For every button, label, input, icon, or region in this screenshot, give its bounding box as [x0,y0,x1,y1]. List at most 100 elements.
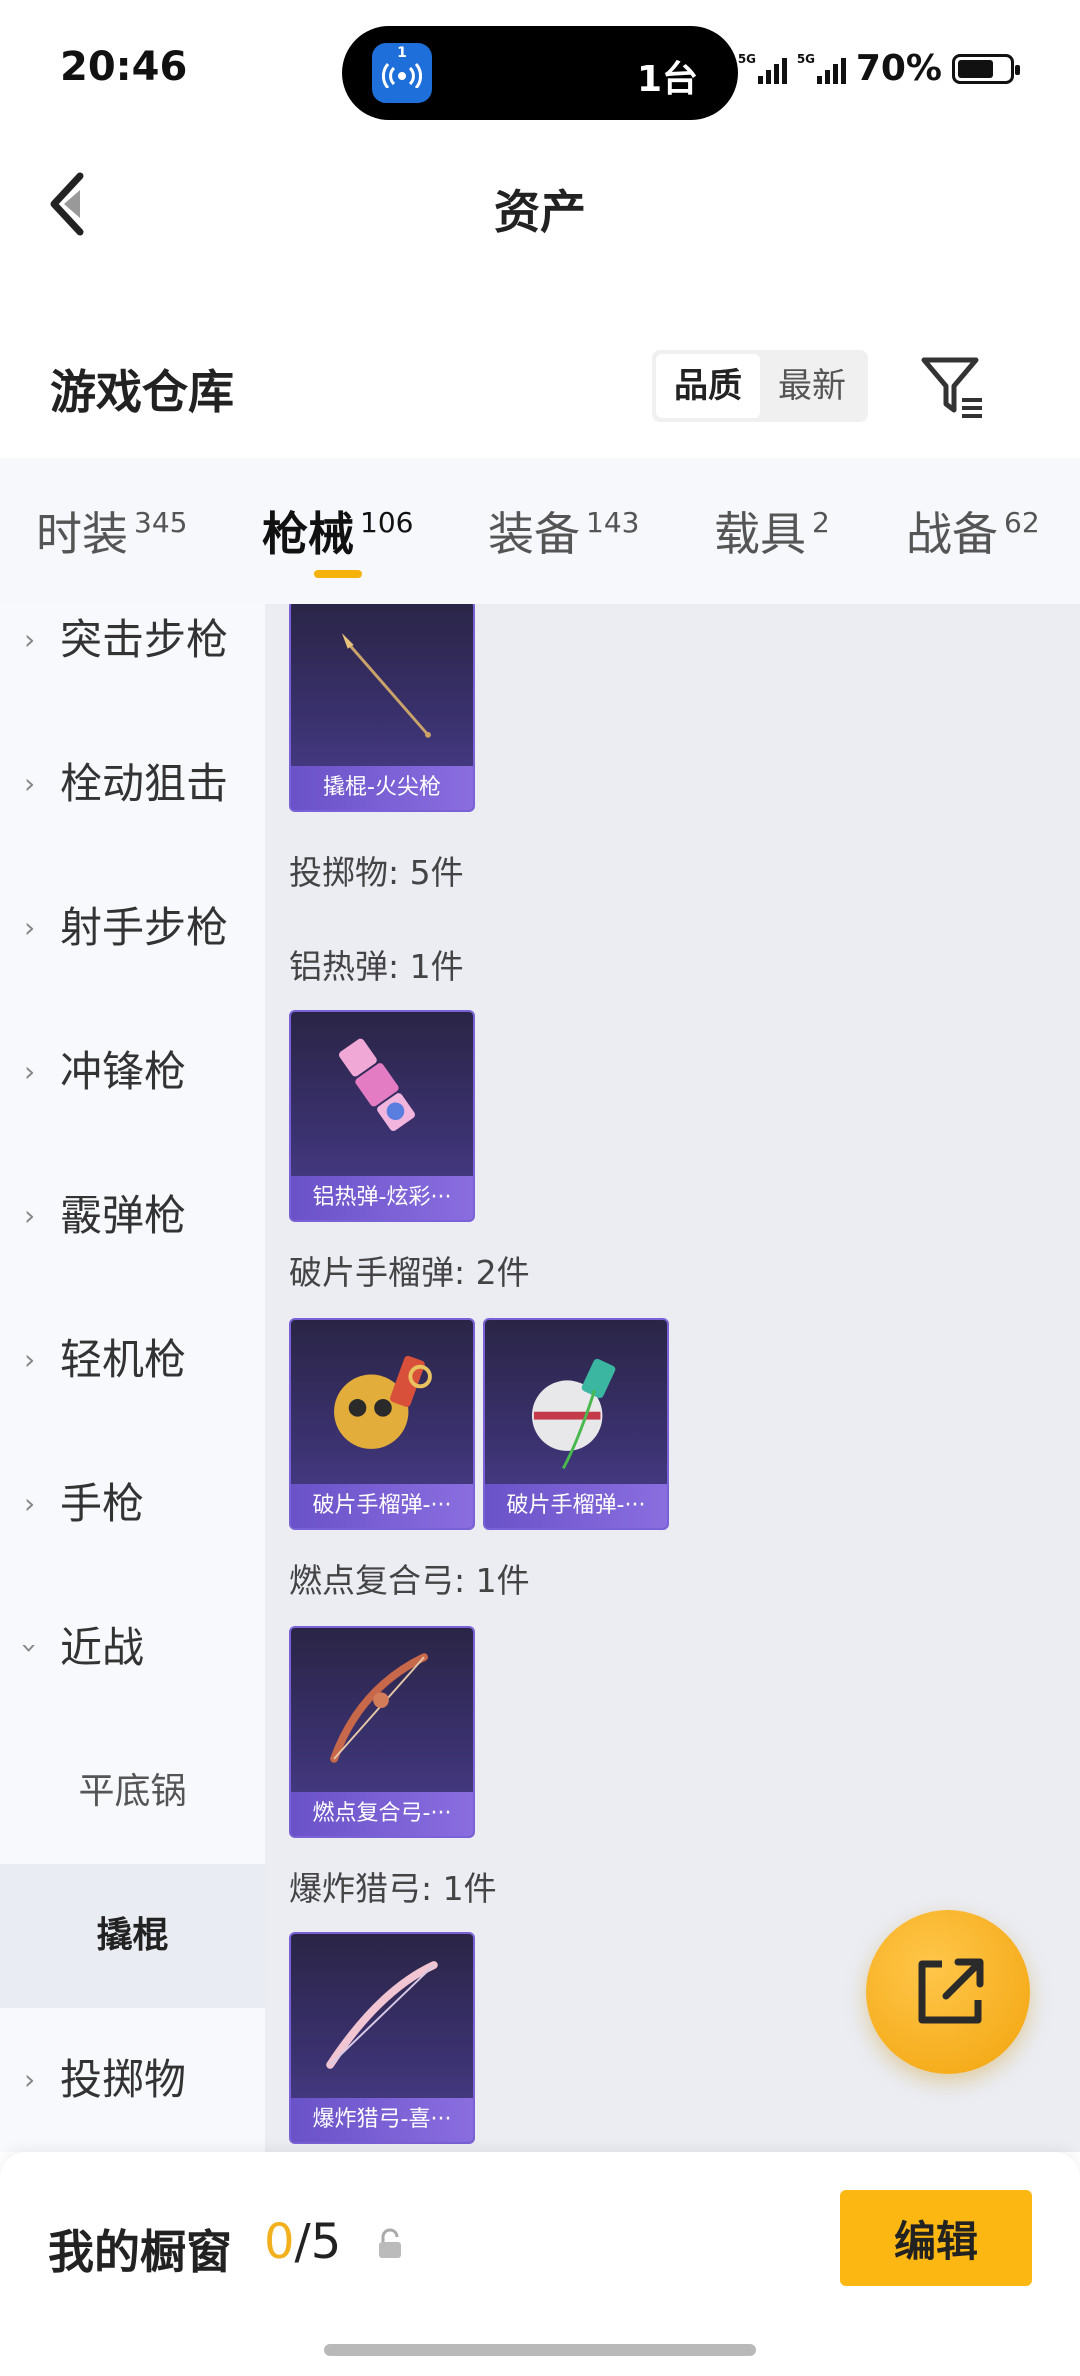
item-card-caption: 破片手榴弹-··· [291,1484,473,1528]
compound-bow-icon [330,1653,428,1763]
share-button[interactable] [866,1910,1030,2074]
tab-firearms[interactable]: 枪械 106 [262,498,413,564]
chevron-right-icon: › [24,1487,36,1520]
filter-button[interactable] [918,352,988,422]
cellular-signal-icon: 5G [796,51,846,84]
sidebar-item-marksman-rifle[interactable]: › 射手步枪 [0,856,265,1000]
item-card-explosive-bow[interactable]: 爆炸猎弓-喜··· [289,1932,475,2144]
thermite-grenade-icon [338,1038,415,1131]
item-card-caption: 爆炸猎弓-喜··· [291,2098,473,2142]
sort-option-newest[interactable]: 最新 [760,354,864,418]
island-text: 1台 [636,59,698,100]
tab-label: 战备 [906,507,998,561]
tab-label: 枪械 [262,507,354,561]
sidebar-item-label: 手枪 [60,1479,145,1528]
sidebar-item-melee[interactable]: › 近战 [0,1576,265,1720]
tab-count: 62 [1004,506,1040,539]
sort-option-quality[interactable]: 品质 [656,354,760,418]
sidebar-item-bolt-sniper[interactable]: › 栓动狙击 [0,712,265,856]
showcase-label: 我的橱窗 [48,2225,232,2279]
active-tab-indicator [314,570,362,578]
sidebar-item-label: 近战 [60,1623,145,1672]
item-card-crowbar[interactable]: 撬棍-火尖枪 [289,604,475,812]
item-card-caption: 撬棍-火尖枪 [291,766,473,810]
sidebar-item-smg[interactable]: › 冲锋枪 [0,1000,265,1144]
page-title: 资产 [494,185,586,239]
group-label-thermite: 铝热弹: 1件 [289,947,464,986]
tab-label: 时装 [36,507,128,561]
group-heading-throwables: 投掷物: 5件 [289,853,464,892]
sidebar-item-label: 霰弹枪 [60,1191,187,1240]
item-card-thermite[interactable]: 铝热弹-炫彩··· [289,1010,475,1222]
frag-grenade-icon [531,1358,616,1470]
chevron-right-icon: › [24,1055,36,1088]
item-card-frag-grenade-1[interactable]: 破片手榴弹-··· [289,1318,475,1530]
home-indicator[interactable] [324,2344,756,2356]
sidebar-item-assault-rifle[interactable]: › 突击步枪 [0,604,265,712]
battery-percent: 70% [855,48,942,89]
tab-label: 载具 [714,507,806,561]
filter-icon [921,357,982,418]
showcase-bar: 我的橱窗 0/5 编辑 [0,2152,1080,2376]
sidebar-item-pistol[interactable]: › 手枪 [0,1432,265,1576]
sidebar-item-label: 突击步枪 [60,615,229,664]
chevron-right-icon: › [24,767,36,800]
tab-count: 2 [812,506,830,539]
sort-toggle[interactable]: 品质 最新 [652,350,868,422]
chevron-right-icon: › [24,2063,36,2096]
tab-fashion[interactable]: 时装 345 [36,498,187,564]
chevron-right-icon: › [24,623,36,656]
tab-count: 106 [360,506,414,539]
edit-button[interactable]: 编辑 [840,2190,1032,2286]
item-card-caption: 破片手榴弹-··· [485,1484,667,1528]
showcase-total: /5 [294,2214,342,2270]
sidebar-item-label: 射手步枪 [60,903,229,952]
status-time: 20:46 [60,44,188,90]
sidebar-item-label: 撬棍 [96,1915,169,1956]
showcase-count: 0/5 [264,2214,341,2270]
showcase-used: 0 [264,2214,295,2270]
sidebar-item-lmg[interactable]: › 轻机枪 [0,1288,265,1432]
cellular-signal-icon: 5G [737,51,787,84]
tab-count: 143 [586,506,640,539]
chevron-right-icon: › [24,1343,36,1376]
wireless-app-icon: 1 [372,43,432,103]
sidebar-item-label: 冲锋枪 [60,1047,187,1096]
sidebar-item-label: 平底锅 [78,1771,187,1812]
item-card-compound-bow[interactable]: 燃点复合弓-··· [289,1626,475,1838]
section-title: 游戏仓库 [50,365,234,419]
spear-icon [341,633,431,738]
item-card-caption: 燃点复合弓-··· [291,1792,473,1836]
lock-icon [379,2228,401,2258]
tab-vehicles[interactable]: 载具 2 [714,498,830,564]
tab-count: 345 [134,506,188,539]
sidebar-subitem-frying-pan[interactable]: 平底锅 [0,1720,265,1864]
sidebar-subitem-crowbar[interactable]: 撬棍 [0,1864,265,2008]
tab-label: 装备 [488,507,580,561]
weapon-category-sidebar: › 突击步枪 › 栓动狙击 › 射手步枪 › 冲锋枪 › 霰弹枪 › 轻机枪 › 手枪 › 近战… [0,604,265,2152]
chevron-down-icon: › [13,1642,47,1654]
sidebar-item-label: 轻机枪 [60,1335,187,1384]
sidebar-item-label: 投掷物 [60,2055,187,2104]
tab-tactical[interactable]: 战备 62 [906,498,1040,564]
chevron-right-icon: › [24,911,36,944]
island-badge: 1 [397,45,407,61]
share-icon [918,1958,984,2024]
battery-fill [958,59,993,78]
group-label-compound-bow: 燃点复合弓: 1件 [289,1561,530,1600]
sidebar-item-shotgun[interactable]: › 霰弹枪 [0,1144,265,1288]
wifi-signal-icon [382,63,422,88]
network-type: 5G [796,51,816,66]
battery-icon [952,53,1020,84]
status-indicators: 5G 5G 70% [737,48,1020,89]
group-label-explosive-bow: 爆炸猎弓: 1件 [289,1869,497,1908]
item-card-frag-grenade-2[interactable]: 破片手榴弹-··· [483,1318,669,1530]
sidebar-item-label: 栓动狙击 [60,759,229,808]
item-card-caption: 铝热弹-炫彩··· [291,1176,473,1220]
dynamic-island[interactable]: 1 1台 [342,26,738,120]
network-type: 5G [737,51,757,66]
hunting-bow-icon [326,1961,438,2069]
sidebar-item-throwables[interactable]: › 投掷物 [0,2008,265,2152]
category-tabs: 时装 345 枪械 106 装备 143 载具 2 战备 62 [0,458,1080,604]
tab-equipment[interactable]: 装备 143 [488,498,639,564]
